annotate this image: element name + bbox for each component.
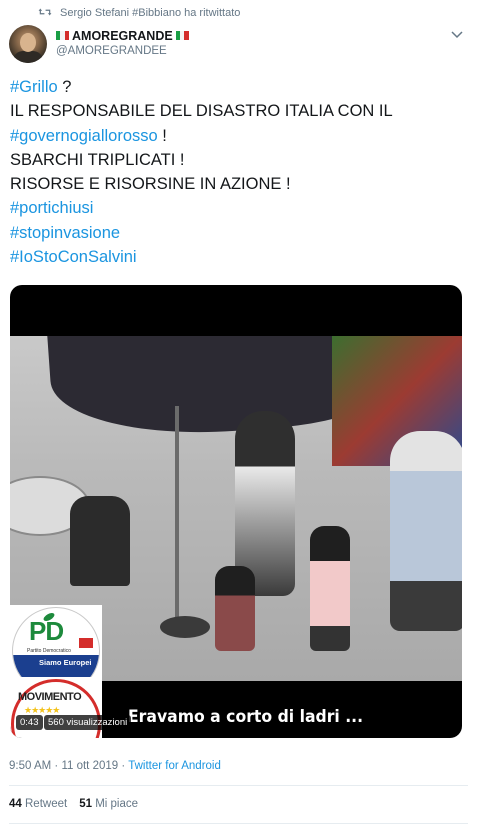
tweet-text-line: #stopinvasione [10, 221, 465, 245]
avatar[interactable] [9, 25, 47, 63]
tweet-text-line: SBARCHI TRIPLICATI ! [10, 148, 465, 172]
tweet-text-line: RISORSE E RISORSINE IN AZIONE ! [10, 172, 465, 196]
retweets-count: 44 [9, 798, 22, 810]
pd-logo: PD Partito Democratico Siamo Europei [10, 605, 102, 677]
hashtag-link[interactable]: #Grillo [10, 78, 58, 96]
retweets-stat[interactable]: 44 Retweet [9, 798, 67, 810]
pd-logo-banner: Siamo Europei [39, 658, 92, 667]
tweet-date[interactable]: 11 ott 2019 [61, 760, 118, 772]
display-name-text: AMOREGRANDE [72, 28, 173, 43]
tweet-text: #Grillo ? IL RESPONSABILE DEL DISASTRO IT… [10, 75, 465, 269]
author-names[interactable]: AMOREGRANDE @AMOREGRANDEE [56, 28, 189, 57]
tweet-text-line: #portichiusi [10, 196, 465, 220]
divider [9, 785, 468, 786]
tweet-stats: 44 Retweet 51 Mi piace [9, 798, 138, 810]
retweet-context-text[interactable]: Sergio Stefani #Bibbiano ha ritwittato [60, 7, 240, 19]
meta-separator: · [54, 760, 59, 772]
retweet-context: Sergio Stefani #Bibbiano ha ritwittato [38, 5, 240, 21]
retweets-label: Retweet [25, 798, 68, 810]
likes-label: Mi piace [95, 798, 139, 810]
meta-separator: · [121, 760, 126, 772]
tweet-text-line: #Grillo ? [10, 75, 465, 99]
pd-logo-subtitle: Partito Democratico [27, 648, 71, 654]
tweet-text-segment: SBARCHI TRIPLICATI ! [10, 150, 185, 169]
hashtag-link[interactable]: #IoStoConSalvini [10, 248, 137, 266]
tweet-text-segment: RISORSE E RISORSINE IN AZIONE ! [10, 175, 291, 194]
tweet-header: AMOREGRANDE @AMOREGRANDEE [9, 25, 467, 65]
author-handle[interactable]: @AMOREGRANDEE [56, 45, 189, 57]
video-duration: 0:43 [16, 715, 43, 730]
tweet-text-segment: ! [157, 126, 167, 145]
chevron-down-icon[interactable] [450, 27, 464, 41]
hashtag-link[interactable]: #portichiusi [10, 199, 93, 217]
hashtag-link[interactable]: #governogiallorosso [10, 127, 158, 145]
likes-count: 51 [79, 798, 92, 810]
m5s-logo-text: MOVIMENTO [18, 691, 82, 703]
display-name[interactable]: AMOREGRANDE [56, 28, 189, 43]
hashtag-link[interactable]: #stopinvasione [10, 224, 120, 242]
video-caption: Eravamo a corto di ladri ... [128, 707, 364, 727]
tweet-text-segment: ? [57, 78, 72, 96]
tweet-time[interactable]: 9:50 AM [9, 760, 51, 772]
tweet-meta: 9:50 AM · 11 ott 2019 · Twitter for Andr… [9, 760, 221, 772]
italian-flag-icon [56, 31, 69, 40]
tweet-source[interactable]: Twitter for Android [128, 760, 221, 772]
tweet-text-line: #governogiallorosso ! [10, 124, 465, 148]
tweet-text-line: #IoStoConSalvini [10, 245, 465, 269]
video-player[interactable]: PD Partito Democratico Siamo Europei MOV… [10, 285, 462, 738]
tweet-text-line: IL RESPONSABILE DEL DISASTRO ITALIA CON … [10, 99, 465, 123]
likes-stat[interactable]: 51 Mi piace [79, 798, 138, 810]
tweet-text-segment: IL RESPONSABILE DEL DISASTRO ITALIA CON … [10, 102, 393, 121]
retweet-icon [38, 6, 52, 21]
italian-flag-icon [175, 31, 189, 40]
video-views: 560 visualizzazioni [44, 715, 132, 730]
